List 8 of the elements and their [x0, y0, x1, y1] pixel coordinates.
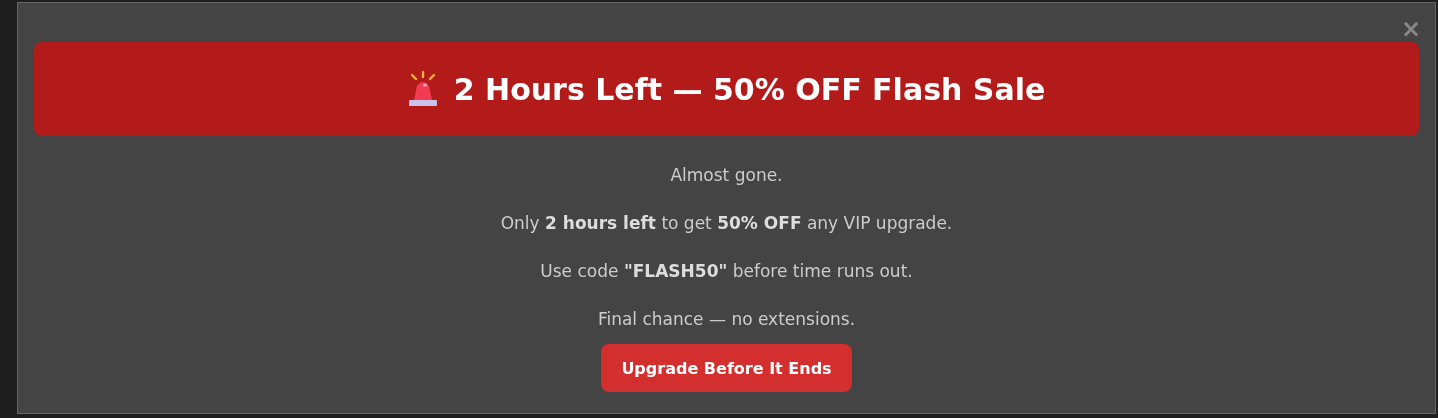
- message-text: Only 2 hours left to get 50% OFF any VIP upgrade.: [500, 212, 953, 234]
- message-text: Final chance — no extensions.: [597, 308, 856, 330]
- close-button[interactable]: ×: [1400, 17, 1421, 41]
- upgrade-button[interactable]: Upgrade Before It Ends: [601, 344, 852, 392]
- banner-title: 2 Hours Left — 50% OFF Flash Sale: [453, 71, 1046, 107]
- message-text: Almost gone.: [670, 164, 783, 186]
- siren-icon: [407, 70, 438, 108]
- message-text: Use code "FLASH50" before time runs out.: [540, 260, 913, 282]
